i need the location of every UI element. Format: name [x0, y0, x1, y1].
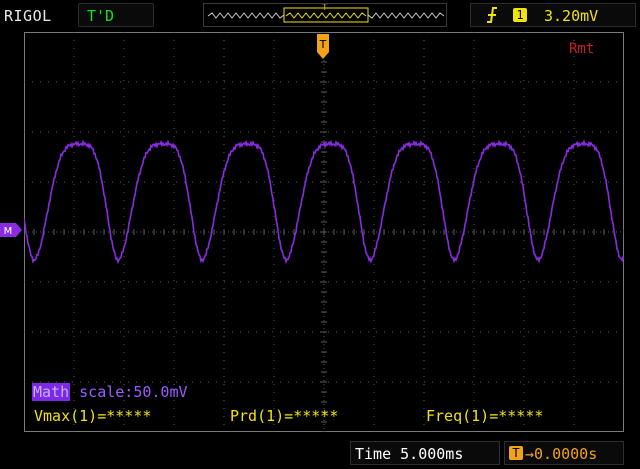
trigger-offset-icon: T [509, 446, 523, 460]
memory-waveform-window [285, 12, 367, 19]
trigger-info-box: 1 3.20mV [470, 3, 636, 27]
brand-logo: RIGOL [4, 7, 52, 25]
measurement-frequency: Freq(1)=***** [426, 407, 544, 425]
trigger-offset-value: →0.0000s [525, 445, 598, 463]
memory-trigger-pointer: T [321, 4, 328, 13]
trigger-position-marker[interactable]: T [316, 33, 330, 61]
trigger-offset-box: T →0.0000s [504, 441, 624, 465]
timebase-value: Time 5.000ms [355, 445, 464, 463]
memory-waveform-right [367, 12, 445, 19]
waveform-grid [24, 32, 624, 432]
remote-indicator: Rmt [569, 41, 595, 57]
math-marker-label: M [4, 226, 13, 237]
memory-position-bar: T [203, 3, 447, 27]
math-channel-marker[interactable]: M [0, 223, 22, 237]
math-scale: scale:50.0mV [79, 383, 188, 401]
top-status-bar: RIGOL T'D T 1 3.20mV [0, 0, 640, 30]
memory-waveform-left [207, 12, 285, 19]
trigger-channel-badge: 1 [513, 8, 527, 22]
measurement-period: Prd(1)=***** [230, 407, 339, 425]
trigger-offset-number: 0.0000s [534, 445, 598, 463]
timebase-box: Time 5.000ms [350, 441, 500, 465]
measurement-vmax: Vmax(1)=***** [34, 407, 152, 425]
memory-waveform-preview: T [207, 4, 445, 23]
trigger-marker-label: T [319, 38, 327, 51]
rising-edge-icon [487, 7, 497, 23]
trigger-status-box: T'D [78, 3, 154, 27]
trigger-status: T'D [87, 7, 115, 25]
math-scale-label: Math scale:50.0mV [32, 383, 188, 401]
math-tag: Math [32, 383, 71, 401]
trigger-level: 3.20mV [544, 7, 599, 25]
